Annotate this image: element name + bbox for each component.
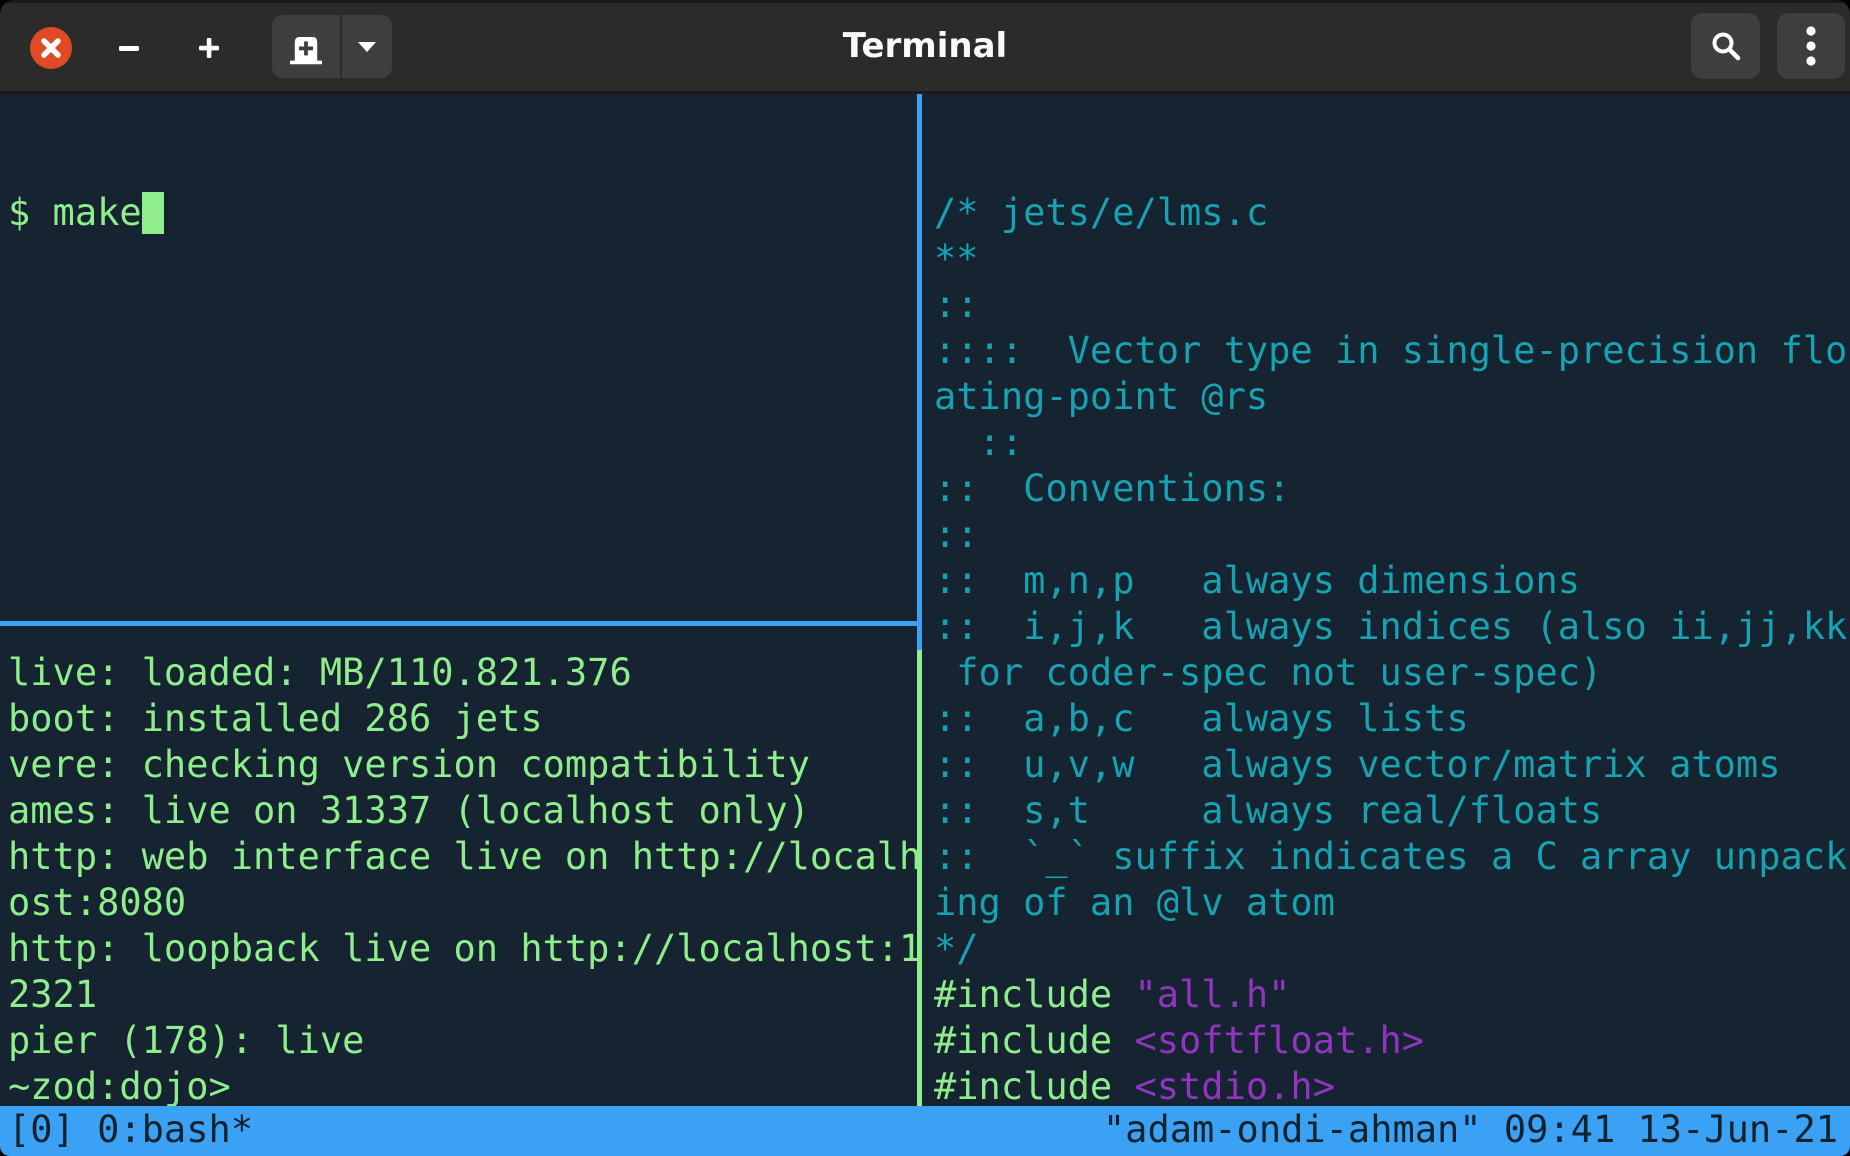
terminal-line: :: <box>929 512 1850 558</box>
new-tab-button[interactable] <box>272 15 340 78</box>
menu-button[interactable] <box>1777 13 1845 79</box>
tmux-session-window: [0] 0:bash* <box>8 1106 253 1156</box>
titlebar: Terminal <box>0 0 1850 94</box>
terminal-line: /* jets/e/lms.c <box>929 190 1850 236</box>
terminal-line: ~zod:dojo> <box>8 1064 917 1110</box>
terminal-line: :: i,j,k always indices (also ii,jj,kk <box>929 604 1850 650</box>
terminal-line: pier (178): live <box>8 1018 917 1064</box>
block-cursor <box>142 192 164 234</box>
terminal-line: for coder-spec not user-spec) <box>929 650 1850 696</box>
terminal-line: ost:8080 <box>8 880 917 926</box>
close-icon <box>39 36 63 60</box>
close-button[interactable] <box>30 27 72 69</box>
terminal-line: http: web interface live on http://local… <box>8 834 917 880</box>
horizontal-pane-divider[interactable] <box>0 621 921 626</box>
terminal-line: ing of an @lv atom <box>929 880 1850 926</box>
terminal-line: :: `_` suffix indicates a C array unpack <box>929 834 1850 880</box>
terminal-line: ames: live on 31337 (localhost only) <box>8 788 917 834</box>
plus-icon <box>197 36 221 60</box>
kebab-menu-icon <box>1805 25 1817 67</box>
vertical-pane-divider-bottom-active[interactable] <box>917 650 922 1108</box>
terminal-line: :: s,t always real/floats <box>929 788 1850 834</box>
terminal-line: live: loaded: MB/110.821.376 <box>8 650 917 696</box>
pane-right-vim[interactable]: /* jets/e/lms.c**:::::: Vector type in s… <box>929 94 1850 1156</box>
terminal-line: :: m,n,p always dimensions <box>929 558 1850 604</box>
terminal-line: :: u,v,w always vector/matrix atoms <box>929 742 1850 788</box>
tmux-host-clock: "adam-ondi-ahman" 09:41 13-Jun-21 <box>1103 1106 1838 1156</box>
search-icon <box>1709 29 1743 63</box>
terminal-line: :: Conventions: <box>929 466 1850 512</box>
terminal-line: http: loopback live on http://localhost:… <box>8 926 917 972</box>
terminal-line: #include "all.h" <box>929 972 1850 1018</box>
pane-top-left-shell[interactable]: $ make <box>0 94 917 623</box>
terminal-line: ** <box>929 236 1850 282</box>
terminal-line: :: <box>929 282 1850 328</box>
prompt-text: $ make <box>8 191 142 234</box>
new-tab-dropdown-button[interactable] <box>342 15 392 78</box>
search-button[interactable] <box>1691 13 1760 79</box>
prompt-line: $ make <box>8 190 917 236</box>
terminal-line: :::: Vector type in single-precision flo <box>929 328 1850 374</box>
minimize-button[interactable] <box>106 25 152 71</box>
new-tab-icon <box>286 29 326 65</box>
vertical-pane-divider-top[interactable] <box>917 94 922 650</box>
terminal-line: boot: installed 286 jets <box>8 696 917 742</box>
terminal-line: :: a,b,c always lists <box>929 696 1850 742</box>
new-tab-split-button <box>272 15 392 78</box>
screen: Terminal <box>0 0 1850 1156</box>
terminal-window: Terminal <box>0 0 1850 1156</box>
minus-icon <box>118 44 140 52</box>
terminal-line: */ <box>929 926 1850 972</box>
vim-buffer: /* jets/e/lms.c**:::::: Vector type in s… <box>929 190 1850 1110</box>
tmux-status-bar: [0] 0:bash* "adam-ondi-ahman" 09:41 13-J… <box>0 1106 1850 1156</box>
terminal-line: ating-point @rs <box>929 374 1850 420</box>
terminal-line: vere: checking version compatibility <box>8 742 917 788</box>
maximize-button[interactable] <box>186 25 232 71</box>
terminal-line: #include <softfloat.h> <box>929 1018 1850 1064</box>
pane-bottom-left-urbit[interactable]: live: loaded: MB/110.821.376boot: instal… <box>0 650 917 1110</box>
terminal-line: :: <box>929 420 1850 466</box>
terminal-line: #include <stdio.h> <box>929 1064 1850 1110</box>
terminal-content: $ make live: loaded: MB/110.821.376boot:… <box>0 94 1850 1156</box>
terminal-line: 2321 <box>8 972 917 1018</box>
chevron-down-icon <box>357 41 377 53</box>
